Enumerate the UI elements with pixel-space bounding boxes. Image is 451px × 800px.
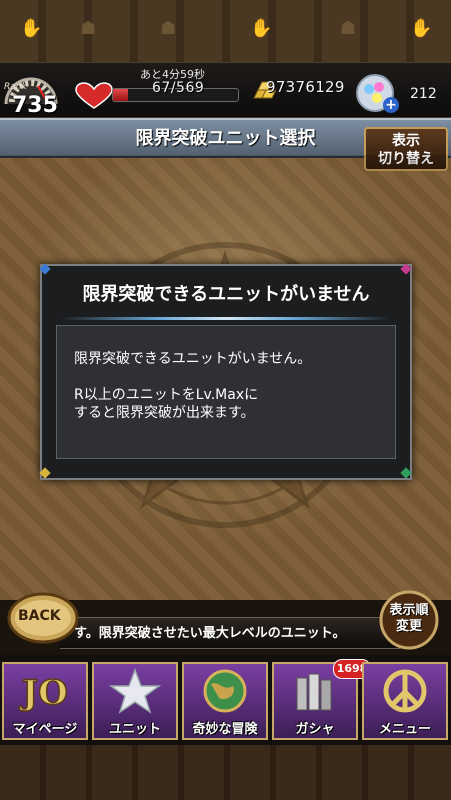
top-decoration xyxy=(0,0,451,62)
dialog-title: 限界突破できるユニットがいません xyxy=(82,284,370,305)
svg-text:JO: JO xyxy=(19,673,68,713)
money-value: 97376129 xyxy=(266,78,345,96)
stamina-bar-fill xyxy=(113,89,128,101)
nav-label: ユニット xyxy=(108,722,161,737)
stamina-value: 67/569 xyxy=(152,80,205,96)
rank-label: Rank xyxy=(4,82,27,92)
nav-label: 奇妙な冒険 xyxy=(192,722,258,737)
peace-icon xyxy=(383,669,427,713)
sort-order-label-2: 変更 xyxy=(395,619,422,634)
hand-icon: ✋ xyxy=(20,18,43,39)
star-stack-icon xyxy=(108,668,162,714)
jo-logo-icon: JO xyxy=(18,672,68,714)
add-gems-icon[interactable]: + xyxy=(383,97,399,113)
sort-order-label-1: 表示順 xyxy=(389,603,429,618)
hand-icon: ✋ xyxy=(410,18,433,39)
nav-label: マイページ xyxy=(12,722,78,737)
mask-icon: ☗ xyxy=(80,18,97,39)
hand-icon: ✋ xyxy=(250,18,273,39)
dialog-message-line: すると限界突破が出来ます。 xyxy=(74,405,255,421)
dialog-message-line: R以上のユニットをLv.Maxに xyxy=(74,387,259,403)
display-toggle-label-1: 表示 xyxy=(392,133,420,149)
nav-label: ガシャ xyxy=(295,722,335,737)
sort-order-label: 表示順 変更 xyxy=(380,603,438,635)
mask-icon: ☗ xyxy=(340,18,357,39)
heart-icon xyxy=(75,82,113,109)
nav-label: メニュー xyxy=(378,722,431,737)
globe-icon xyxy=(203,669,247,713)
gem-count: 212 xyxy=(410,86,437,102)
bottom-decoration xyxy=(0,745,451,800)
ticker-text: す。限界突破させたい最大レベルのユニット。 xyxy=(74,626,346,641)
mask-icon: ☗ xyxy=(160,18,177,39)
rank-value: 735 xyxy=(12,93,58,118)
back-label: BACK xyxy=(18,608,61,624)
dialog-message-line: 限界突破できるユニットがいません。 xyxy=(74,351,312,367)
dialog-divider xyxy=(60,317,392,320)
